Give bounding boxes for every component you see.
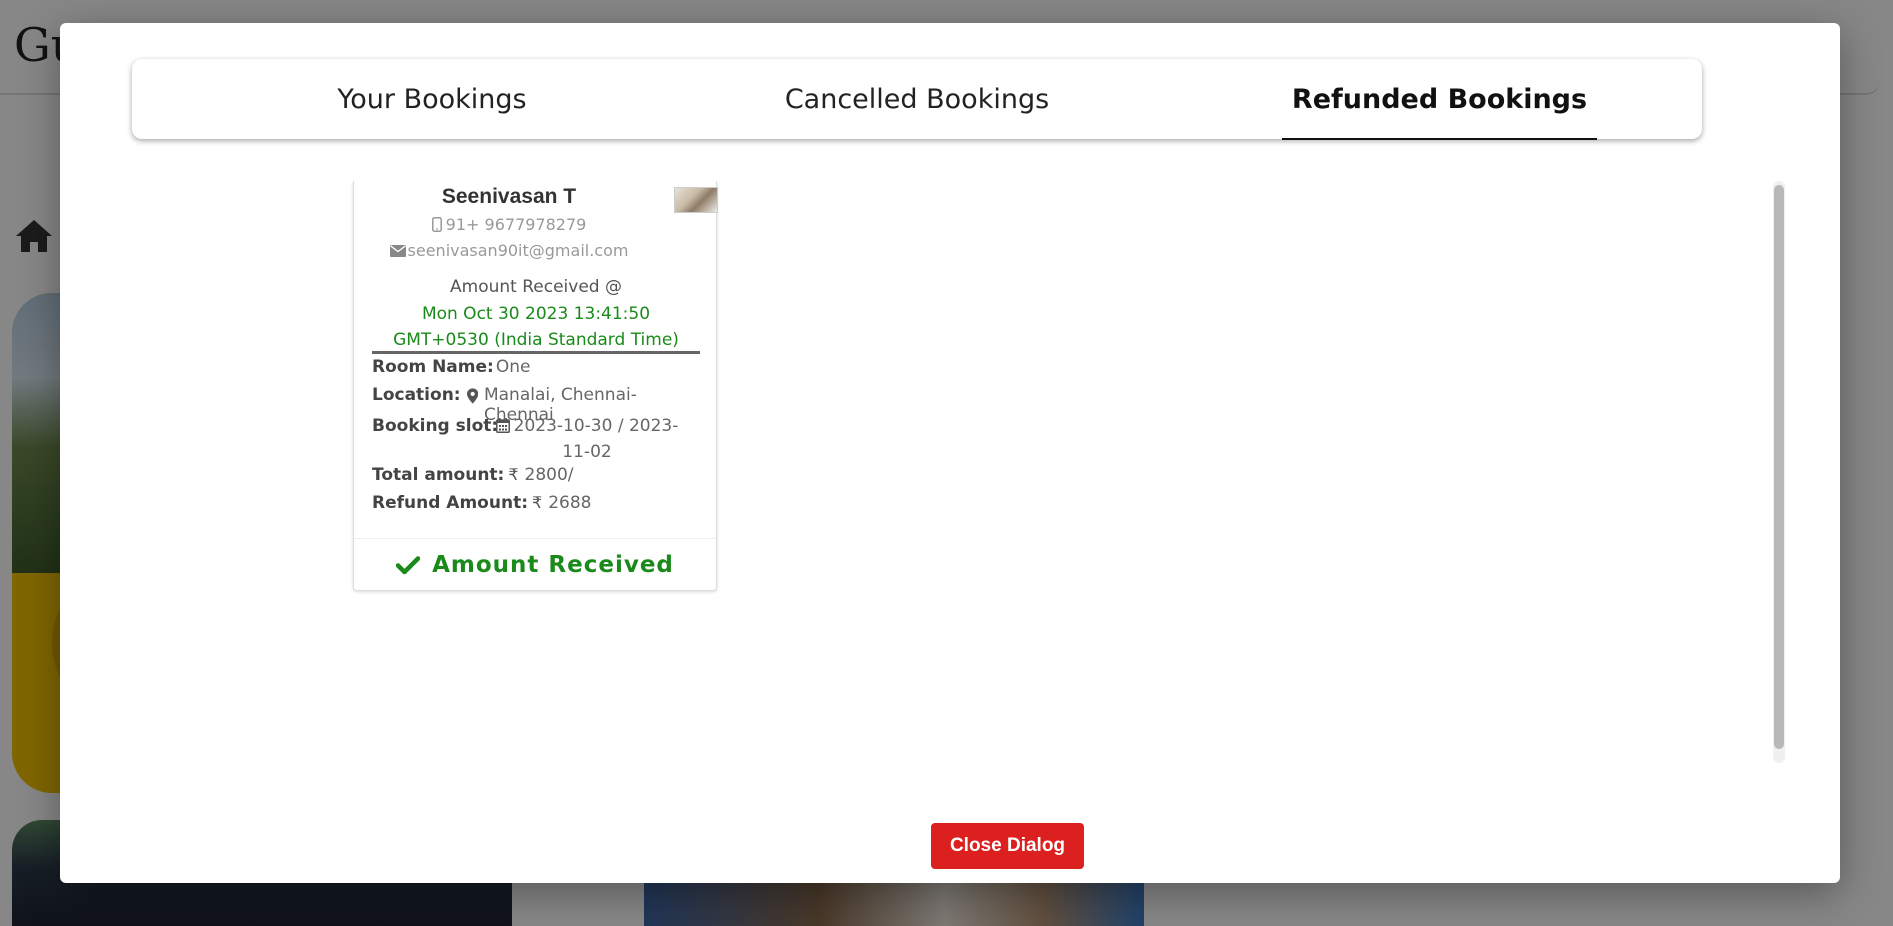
amount-received-time: Mon Oct 30 2023 13:41:50 GMT+0530 (India… xyxy=(393,304,679,350)
bookings-list: Seenivasan T 91+ 9677978279 seenivasan90… xyxy=(130,181,1745,763)
check-icon xyxy=(396,555,421,574)
booking-card: Seenivasan T 91+ 9677978279 seenivasan90… xyxy=(353,181,718,591)
location-label: Location: xyxy=(372,385,461,405)
booking-slot-label: Booking slot: xyxy=(372,416,499,436)
customer-name: Seenivasan T xyxy=(441,185,577,208)
map-marker-icon xyxy=(466,388,478,404)
close-dialog-button[interactable]: Close Dialog xyxy=(931,823,1084,869)
amount-received-label: Amount Received @ xyxy=(450,277,622,297)
refund-amount-row: Refund Amount: ₹ 2688 xyxy=(372,493,700,513)
booking-slot-dates: 2023-10-30 / 2023-11-02 xyxy=(513,416,679,462)
email-address: seenivasan90it@gmail.com xyxy=(407,241,629,260)
scrollbar-thumb[interactable] xyxy=(1774,185,1784,749)
customer-phone: 91+ 9677978279 xyxy=(372,215,646,234)
calendar-icon xyxy=(495,418,510,433)
total-amount-row: Total amount: ₹ 2800/ xyxy=(372,465,700,485)
room-name-value: One xyxy=(495,357,531,377)
envelope-icon xyxy=(389,245,406,257)
refund-amount-value: 2688 xyxy=(548,493,592,513)
booking-card-footer: Amount Received xyxy=(354,538,716,590)
tab-your-bookings[interactable]: Your Bookings xyxy=(302,59,562,139)
customer-email: seenivasan90it@gmail.com xyxy=(372,241,646,260)
refund-status: Amount Received xyxy=(432,551,674,578)
phone-number: 91+ 9677978279 xyxy=(445,215,587,234)
bookings-dialog: Your Bookings Cancelled Bookings Refunde… xyxy=(60,23,1840,883)
tab-cancelled-bookings[interactable]: Cancelled Bookings xyxy=(762,59,1072,139)
booking-slot-value: 2023-10-30 / 2023-11-02 xyxy=(482,413,692,465)
refund-amount-label: Refund Amount: xyxy=(372,493,528,513)
booking-tabs: Your Bookings Cancelled Bookings Refunde… xyxy=(132,59,1702,140)
booking-slot-row: Booking slot: 2023-10-30 / 2023-11-02 xyxy=(372,413,700,465)
phone-icon xyxy=(431,217,442,232)
room-name-row: Room Name: One xyxy=(372,357,700,377)
content-scrollbar[interactable] xyxy=(1773,181,1785,763)
total-amount-label: Total amount: xyxy=(372,465,505,485)
total-amount-value: 2800/ xyxy=(524,465,574,485)
rupee-icon: ₹ xyxy=(532,493,543,512)
room-name-label: Room Name: xyxy=(372,357,494,377)
room-thumbnail[interactable] xyxy=(674,187,718,213)
card-divider xyxy=(372,351,700,354)
rupee-icon: ₹ xyxy=(508,465,519,484)
tab-refunded-bookings[interactable]: Refunded Bookings xyxy=(1282,59,1597,140)
